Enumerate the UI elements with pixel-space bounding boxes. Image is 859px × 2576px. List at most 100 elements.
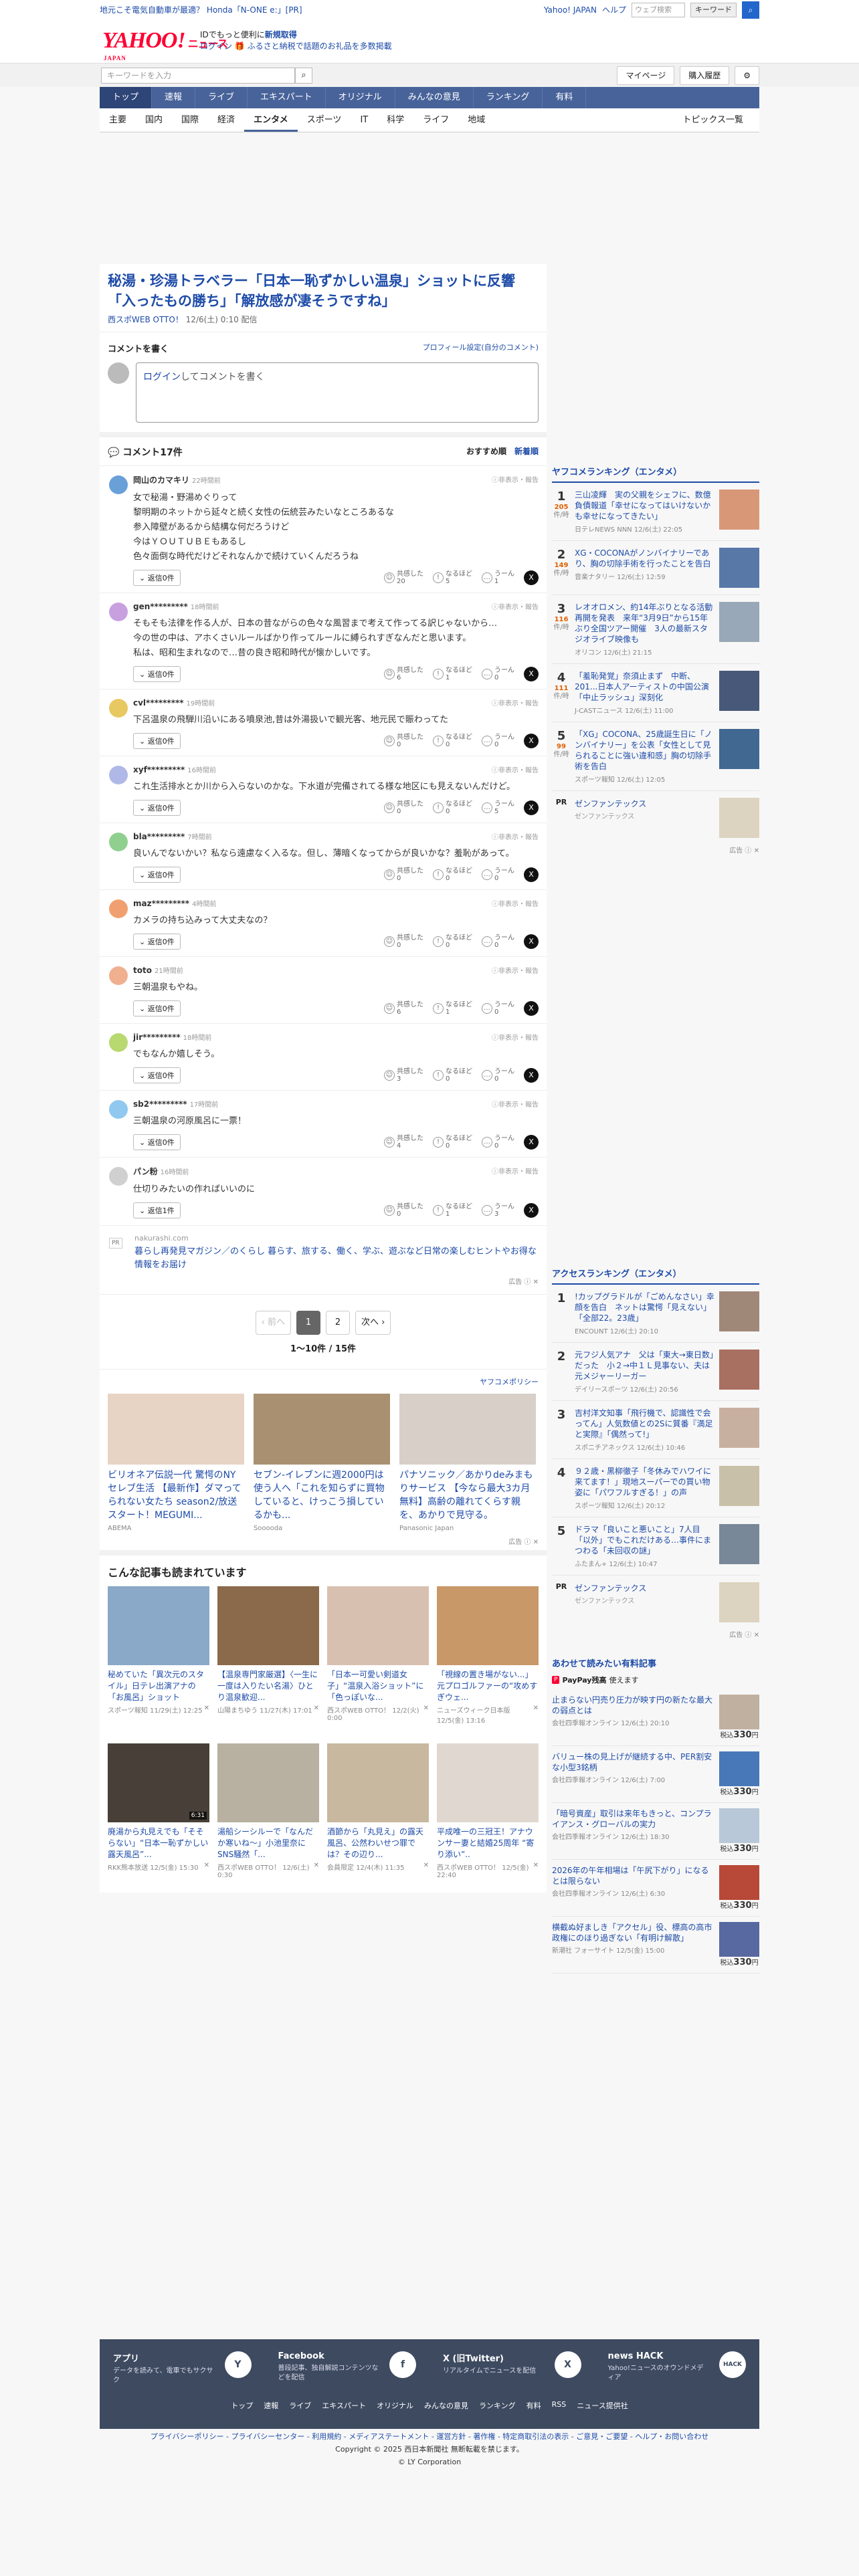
- footer-link[interactable]: ニュース提供社: [577, 2400, 628, 2411]
- legal-links[interactable]: プライバシーポリシー - プライバシーセンター - 利用規約 - メディアステー…: [100, 2430, 759, 2443]
- cat-life[interactable]: ライフ: [413, 108, 458, 132]
- author-name[interactable]: 岡山のカマキリ: [133, 475, 189, 485]
- report-link[interactable]: ⓘ非表示・報告: [492, 898, 539, 908]
- ranking-item[interactable]: 3 116 件/時 レオオロメン、約14年ぶりとなる活動再開を発表 来年“3月9日”か…: [552, 595, 759, 664]
- reaction-ok-button[interactable]: ! なるほど 0: [433, 934, 472, 949]
- x-share-icon[interactable]: X: [524, 570, 539, 585]
- reply-button[interactable]: ⌄ 返信0件: [133, 934, 181, 950]
- ranking-title[interactable]: !カップグラドルが「ごめんなさい」幸顔を告白 ネットは驚愕「見えない」「全部22…: [575, 1291, 715, 1323]
- reply-button[interactable]: ⌄ 返信0件: [133, 570, 181, 586]
- report-link[interactable]: ⓘ非表示・報告: [492, 965, 539, 975]
- ranking-item[interactable]: 1 !カップグラドルが「ごめんなさい」幸顔を告白 ネットは驚愕「見えない」「全部2…: [552, 1285, 759, 1343]
- cat-main[interactable]: 主要: [100, 108, 136, 132]
- signup-link[interactable]: 新規取得: [265, 30, 297, 39]
- reply-button[interactable]: ⌄ 返信1件: [133, 1202, 181, 1218]
- author-name[interactable]: gen*********: [133, 602, 188, 611]
- reaction-hmm-button[interactable]: … うーん 0: [482, 867, 514, 882]
- side-ad[interactable]: PR ゼンファンテックス ゼンファンテックス: [552, 791, 759, 845]
- footer-link[interactable]: トップ: [231, 2400, 253, 2411]
- reaction-ok-button[interactable]: ! なるほど 0: [433, 800, 472, 815]
- report-link[interactable]: ⓘ非表示・報告: [492, 764, 539, 774]
- author-name[interactable]: maz*********: [133, 899, 189, 908]
- comment-author[interactable]: xyf********* 16時間前: [133, 764, 216, 774]
- footer-link[interactable]: エキスパート: [322, 2400, 366, 2411]
- comment-textarea[interactable]: ログインしてコメントを書く: [136, 362, 539, 423]
- ad-title[interactable]: パナソニック／あかりdeみまもりサービス 【今なら最大3カ月無料】高齢の離れてく…: [399, 1469, 536, 1522]
- paid-article-title[interactable]: 横截ぬ好ましき「アクセル」役、標高の高市政権にのほり過ぎない「有明け解散」: [552, 1922, 714, 1943]
- close-icon[interactable]: ✕: [204, 1705, 209, 1715]
- reaction-agree-button[interactable]: ☺ 共感した 3: [384, 1068, 423, 1083]
- reaction-ok-button[interactable]: ! なるほど 0: [433, 867, 472, 882]
- reaction-hmm-button[interactable]: … うーん 0: [482, 934, 514, 949]
- author-name[interactable]: jir*********: [133, 1033, 181, 1042]
- paid-article-item[interactable]: バリュー株の見上げが継続する中、PER割安な小型3銘柄 会社四季報オンライン 12…: [552, 1746, 759, 1803]
- also-read-card[interactable]: 秘めていた「異次元のスタイル」日テレ出演アナの「お風呂」ショット スポーツ報知 1…: [108, 1586, 209, 1725]
- x-share-icon[interactable]: X: [524, 934, 539, 949]
- footer-link[interactable]: RSS: [552, 2400, 567, 2411]
- author-name[interactable]: toto: [133, 966, 152, 975]
- ranking-title[interactable]: ９２歳・黒柳徹子「冬休みでハワイに来てます！」現地スーパーでの買い物姿に「パワフ…: [575, 1466, 715, 1498]
- ranking-item[interactable]: 5 99 件/時 「XG」COCONA、25歳誕生日に「ノンバイナリー」を公表「女性と…: [552, 722, 759, 791]
- ad-title[interactable]: ゼンファンテックス: [575, 1582, 715, 1594]
- x-share-icon[interactable]: X: [524, 1068, 539, 1083]
- author-name[interactable]: パン粉: [133, 1167, 158, 1176]
- close-icon[interactable]: ✕: [533, 1705, 539, 1725]
- page-2-button[interactable]: 2: [326, 1311, 350, 1335]
- cat-science[interactable]: 科学: [377, 108, 413, 132]
- keyword-input[interactable]: キーワードを入力: [101, 68, 295, 84]
- reaction-agree-button[interactable]: ☺ 共感した 0: [384, 800, 423, 815]
- close-icon[interactable]: ✕: [204, 1862, 209, 1872]
- report-link[interactable]: ⓘ非表示・報告: [492, 474, 539, 486]
- comment-author[interactable]: cvl********* 19時間前: [133, 697, 215, 708]
- settings-button[interactable]: ⚙: [735, 66, 759, 85]
- reply-button[interactable]: ⌄ 返信0件: [133, 1134, 181, 1150]
- also-read-card[interactable]: 「日本一可愛い剣道女子」“温泉入浴ショット”に「色っぽいな... 西スポWEB O…: [327, 1586, 429, 1725]
- reaction-ok-button[interactable]: ! なるほど 1: [433, 1001, 472, 1016]
- cat-it[interactable]: IT: [351, 108, 377, 132]
- login-link[interactable]: ログイン: [200, 41, 232, 51]
- also-read-card[interactable]: 「視線の置き場がない...」元プロゴルファーの“攻めすぎウェ... ニューズウィー…: [437, 1586, 539, 1725]
- ranking-title[interactable]: XG・COCONAがノンバイナリーであり、胸の切除手術を行ったことを告白: [575, 548, 715, 569]
- yahoo-japan-link[interactable]: Yahoo! JAPAN: [544, 0, 597, 20]
- ranking-title[interactable]: ドラマ「良いこと悪いこと」7人目「以外」でもこれだけある…事件にまつわる「未回収…: [575, 1524, 715, 1556]
- x-share-icon[interactable]: X: [524, 867, 539, 882]
- cat-domestic[interactable]: 国内: [136, 108, 172, 132]
- reply-button[interactable]: ⌄ 返信0件: [133, 733, 181, 749]
- recommended-ad-card[interactable]: ビリオネア伝説一代 驚愕のNYセレブ生活 【最新作】ダマってられない女たち se…: [108, 1394, 244, 1532]
- close-icon[interactable]: ✕: [423, 1705, 429, 1722]
- profile-settings-link[interactable]: プロフィール設定(自分のコメント): [423, 342, 539, 354]
- reaction-hmm-button[interactable]: … うーん 5: [482, 800, 514, 815]
- article-title[interactable]: 廃湯から丸見えでも「そそらない」“日本一恥ずかしい露天風呂”...: [108, 1826, 209, 1860]
- comment-author[interactable]: jir********* 18時間前: [133, 1032, 211, 1042]
- cat-entertainment[interactable]: エンタメ: [244, 108, 298, 132]
- x-share-icon[interactable]: X: [524, 734, 539, 748]
- also-read-card[interactable]: 平成唯一の三冠王！アナウンサー妻と結婚25周年 “寄り添い”.. 西スポWEB O…: [437, 1743, 539, 1879]
- x-share-icon[interactable]: X: [524, 667, 539, 681]
- cat-economy[interactable]: 経済: [208, 108, 244, 132]
- paid-article-item[interactable]: 「暗号資産」取引は来年もきっと、コンプライアンス・グローバルの実力 会社四季報オン…: [552, 1803, 759, 1860]
- reaction-agree-button[interactable]: ☺ 共感した 0: [384, 734, 423, 748]
- paid-articles-title[interactable]: あわせて読みたい有料記事: [552, 1656, 759, 1672]
- next-page-button[interactable]: 次へ ›: [355, 1311, 391, 1335]
- close-icon[interactable]: ✕: [423, 1862, 429, 1872]
- close-icon[interactable]: ✕: [314, 1862, 319, 1879]
- paid-article-item[interactable]: 2026年の午年相場は「午尻下がり」になるとは限らない 会社四季報オンライン 12…: [552, 1860, 759, 1917]
- gnav-ranking[interactable]: ランキング: [474, 87, 543, 108]
- reply-button[interactable]: ⌄ 返信0件: [133, 1067, 181, 1083]
- help-link[interactable]: ヘルプ: [602, 0, 626, 20]
- ad-title[interactable]: セブン-イレブンに週2000円は使う人へ「これを知らずに買物していると、けっこう…: [254, 1469, 390, 1522]
- gnav-original[interactable]: オリジナル: [326, 87, 395, 108]
- gnav-paid[interactable]: 有料: [543, 87, 587, 108]
- gnav-opinion[interactable]: みんなの意見: [395, 87, 474, 108]
- recommended-ad-card[interactable]: パナソニック／あかりdeみまもりサービス 【今なら最大3カ月無料】高齢の離れてく…: [399, 1394, 536, 1532]
- article-title[interactable]: 【温泉専門家厳選】〈一生に一度は入りたい名湯〉ひとり温泉歓迎...: [217, 1669, 319, 1703]
- gnav-flash[interactable]: 速報: [152, 87, 196, 108]
- cat-world[interactable]: 国際: [172, 108, 208, 132]
- ranking-item[interactable]: 1 205 件/時 三山凌輝 実の父親をシェフに、数億負債報道「幸せになってはいけない…: [552, 483, 759, 541]
- x-share-icon[interactable]: X: [524, 1203, 539, 1218]
- comment-author[interactable]: gen********* 18時間前: [133, 601, 219, 611]
- gnav-expert[interactable]: エキスパート: [248, 87, 326, 108]
- footer-app-3[interactable]: news HACK Yahoo!ニュースのオウンドメディア HACK: [608, 2351, 746, 2385]
- reaction-hmm-button[interactable]: … うーん 0: [482, 667, 514, 681]
- sort-recommended[interactable]: おすすめ順: [466, 445, 506, 459]
